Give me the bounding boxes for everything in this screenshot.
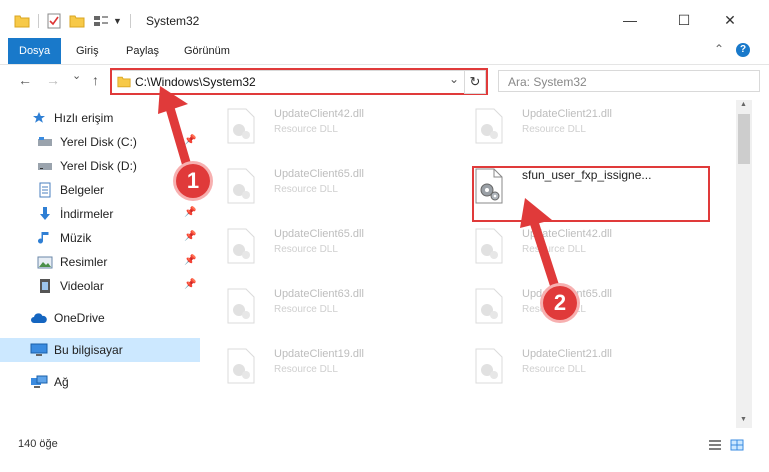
arrow-1-icon: [158, 86, 195, 181]
item-count: 140 öğe: [18, 438, 58, 450]
status-bar: 140 öğe: [0, 430, 769, 458]
step-1-badge: 1: [176, 164, 210, 198]
large-icons-view-icon[interactable]: [730, 439, 744, 451]
details-view-icon[interactable]: [708, 439, 722, 451]
annotation-arrows: [158, 86, 561, 295]
arrow-2-icon: [520, 198, 561, 295]
step-2-badge: 2: [543, 286, 577, 320]
